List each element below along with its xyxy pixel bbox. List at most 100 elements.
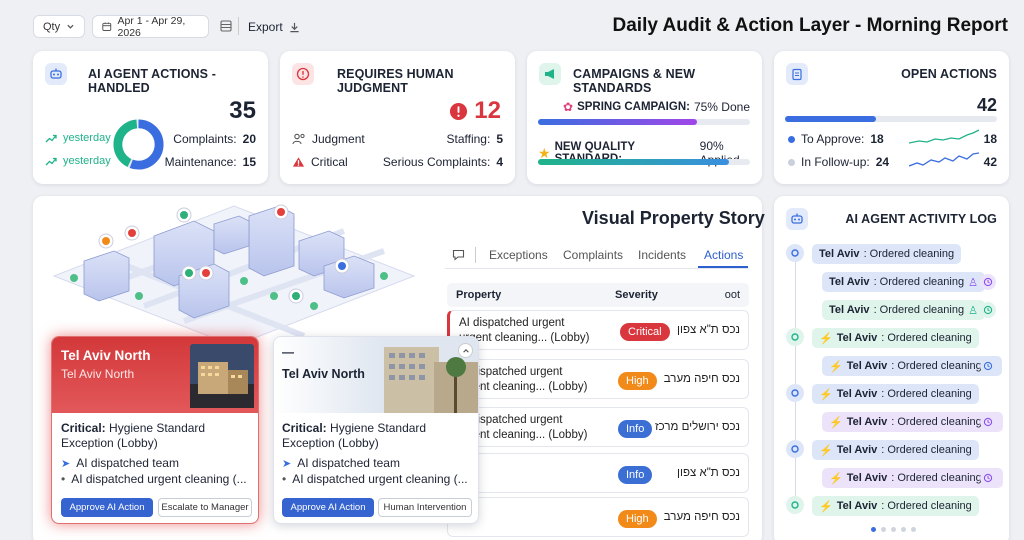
open-actions-total: 42 bbox=[976, 95, 997, 115]
log-item[interactable]: ⚡ Tel Aviv: Ordered cleaning ➤ bbox=[822, 356, 1002, 376]
history-icon[interactable] bbox=[980, 470, 996, 486]
bolt-icon: ⚡ bbox=[829, 472, 843, 485]
log-item[interactable]: ⚡ Tel Aviv: Ordered cleaning bbox=[812, 328, 979, 348]
log-city: Tel Aviv bbox=[829, 304, 870, 316]
log-text: : Ordered cleaning bbox=[881, 444, 972, 456]
row-property-hebrew: נכס חיפה מערב bbox=[663, 373, 740, 385]
gear-icon bbox=[786, 328, 804, 346]
qty-label: Qty bbox=[43, 20, 61, 33]
human-intervention-button[interactable]: Human Intervention bbox=[378, 498, 472, 517]
table-row[interactable]: AI dispatched urgent urgent cleaning... (… bbox=[447, 310, 749, 350]
complaints-value: 20 bbox=[242, 132, 256, 146]
row-property-hebrew: נכס חיפה מערב bbox=[663, 511, 740, 523]
open-actions-bar-fill bbox=[785, 116, 877, 122]
page-dot-active[interactable] bbox=[871, 527, 876, 532]
escalate-to-manager-button[interactable]: Escalate to Manager bbox=[158, 498, 252, 517]
campaigns-card: CAMPAIGNS & NEW STANDARDS ✿ SPRING CAMPA… bbox=[527, 51, 762, 184]
history-icon[interactable] bbox=[980, 302, 996, 318]
actions-donut bbox=[113, 119, 164, 170]
popup2-collapse-button[interactable] bbox=[458, 343, 473, 358]
trend-up-icon bbox=[45, 157, 57, 165]
staffing-value: 5 bbox=[496, 132, 503, 146]
followup-right-value: 42 bbox=[983, 155, 997, 169]
popup-critical-label: Critical: bbox=[61, 421, 106, 435]
page-dot[interactable] bbox=[881, 527, 886, 532]
page-dot[interactable] bbox=[891, 527, 896, 532]
log-city: Tel Aviv bbox=[819, 248, 860, 260]
severity-badge: High bbox=[618, 372, 657, 390]
followup-row: In Follow-up: 24 bbox=[788, 155, 889, 169]
log-item[interactable]: ⚡ Tel Aviv: Ordered cleaning bbox=[812, 440, 979, 460]
maintenance-value: 15 bbox=[242, 155, 256, 169]
spring-progress bbox=[538, 119, 750, 125]
bolt-icon: ⚡ bbox=[819, 388, 833, 401]
row-line1: AI dispatched urgent bbox=[459, 317, 565, 329]
page-title: Daily Audit & Action Layer - Morning Rep… bbox=[612, 15, 1009, 36]
popup2-line1-text: AI dispatched team bbox=[297, 456, 400, 470]
property-popup-tel-aviv[interactable]: Tel Aviv North Tel Aviv North Critical: … bbox=[51, 336, 259, 524]
ai-actions-total: 35 bbox=[229, 97, 256, 124]
popup2-line-1: ➤ AI dispatched team bbox=[282, 456, 400, 470]
trend-row-2: yesterday bbox=[45, 155, 111, 167]
tab-complaints[interactable]: Complaints bbox=[563, 248, 623, 262]
log-item[interactable]: Tel Aviv: Ordered cleaning ♙ bbox=[822, 272, 985, 292]
date-range-picker[interactable]: Apr 1 - Apr 29, 2026 bbox=[92, 15, 209, 39]
quality-progress bbox=[538, 159, 750, 165]
complaints-row: Complaints: 20 bbox=[173, 132, 256, 146]
bolt-icon: ⚡ bbox=[819, 332, 833, 345]
table-row[interactable]: AI dispatched urgent urgent cleaning... (… bbox=[447, 359, 749, 399]
tabs-divider bbox=[475, 247, 476, 263]
log-item[interactable]: ⚡ Tel Aviv: Ordered cleaning ♙ bbox=[822, 412, 1003, 432]
story-title: Visual Property Story bbox=[582, 208, 765, 228]
table-view-icon[interactable] bbox=[220, 20, 232, 32]
log-item[interactable]: Tel Aviv: Ordered cleaning bbox=[812, 244, 962, 264]
log-item[interactable]: Tel Aviv: Ordered cleaning ♙ bbox=[822, 300, 985, 320]
tab-actions[interactable]: Actions bbox=[704, 248, 743, 262]
tab-exceptions[interactable]: Exceptions bbox=[489, 248, 548, 262]
maintenance-label: Maintenance: bbox=[164, 155, 237, 169]
log-city: Tel Aviv bbox=[846, 416, 888, 428]
city-map-illustration[interactable] bbox=[44, 196, 424, 346]
log-item[interactable]: ⚡ Tel Aviv: Ordered cleaning bbox=[812, 496, 979, 516]
property-popup-tel-aviv-2[interactable]: — Tel Aviv North Critical: Hygiene Stand… bbox=[273, 336, 479, 524]
pagination-dots[interactable] bbox=[871, 527, 916, 532]
followup-value: 24 bbox=[875, 155, 890, 169]
approve-ai-action-button-2[interactable]: Approve AI Action bbox=[282, 498, 374, 517]
popup2-critical-label: Critical: bbox=[282, 421, 327, 435]
popup-title: Tel Aviv North bbox=[61, 348, 151, 363]
followup-label: In Follow-up: bbox=[801, 155, 870, 169]
chevron-up-icon bbox=[462, 348, 469, 353]
page-dot[interactable] bbox=[901, 527, 906, 532]
severity-badge: Info bbox=[618, 420, 653, 438]
spring-row: ✿ SPRING CAMPAIGN: 75% Done bbox=[563, 100, 750, 114]
history-icon[interactable] bbox=[980, 414, 996, 430]
gear-icon bbox=[786, 440, 804, 458]
popup2-line2-text: AI dispatched urgent cleaning (... bbox=[292, 472, 468, 486]
judgment-total-row: 12 bbox=[449, 97, 501, 125]
dot-blue-icon bbox=[788, 135, 795, 143]
popup-critical-text2: Exception (Lobby) bbox=[61, 436, 158, 450]
chevron-down-icon bbox=[67, 24, 74, 29]
popup-subtitle: Tel Aviv North bbox=[61, 367, 135, 381]
maintenance-row: Maintenance: 15 bbox=[165, 155, 256, 169]
approve-label: To Approve: bbox=[801, 132, 865, 146]
popup2-critical: Critical: Hygiene Standard Exception (Lo… bbox=[282, 421, 472, 451]
tab-incidents[interactable]: Incidents bbox=[638, 248, 686, 262]
qty-dropdown[interactable]: Qty bbox=[33, 15, 85, 38]
history-icon[interactable] bbox=[980, 274, 996, 290]
alert-circle-icon bbox=[292, 63, 314, 85]
log-city: Tel Aviv bbox=[836, 332, 878, 344]
ai-actions-card: AI AGENT ACTIONS - HANDLED 35 yesterday … bbox=[33, 51, 268, 184]
table-row[interactable]: High נכס חיפה מערב bbox=[447, 497, 749, 537]
chat-icon[interactable] bbox=[452, 249, 465, 261]
export-button[interactable]: Export bbox=[248, 20, 300, 34]
history-icon[interactable] bbox=[980, 358, 996, 374]
log-item[interactable]: ⚡ Tel Aviv: Ordered cleaning bbox=[812, 384, 979, 404]
download-icon bbox=[290, 22, 299, 32]
table-row[interactable]: Info נכס ת"א צפון bbox=[447, 453, 749, 493]
log-item[interactable]: ⚡ Tel Aviv: Ordered cleaning ♙ bbox=[822, 468, 1003, 488]
table-row[interactable]: AI dispatched urgent urgent cleaning... (… bbox=[447, 407, 749, 447]
approve-ai-action-button[interactable]: Approve AI Action bbox=[61, 498, 153, 517]
page-dot[interactable] bbox=[911, 527, 916, 532]
log-text: : Ordered cleaning bbox=[873, 276, 965, 288]
